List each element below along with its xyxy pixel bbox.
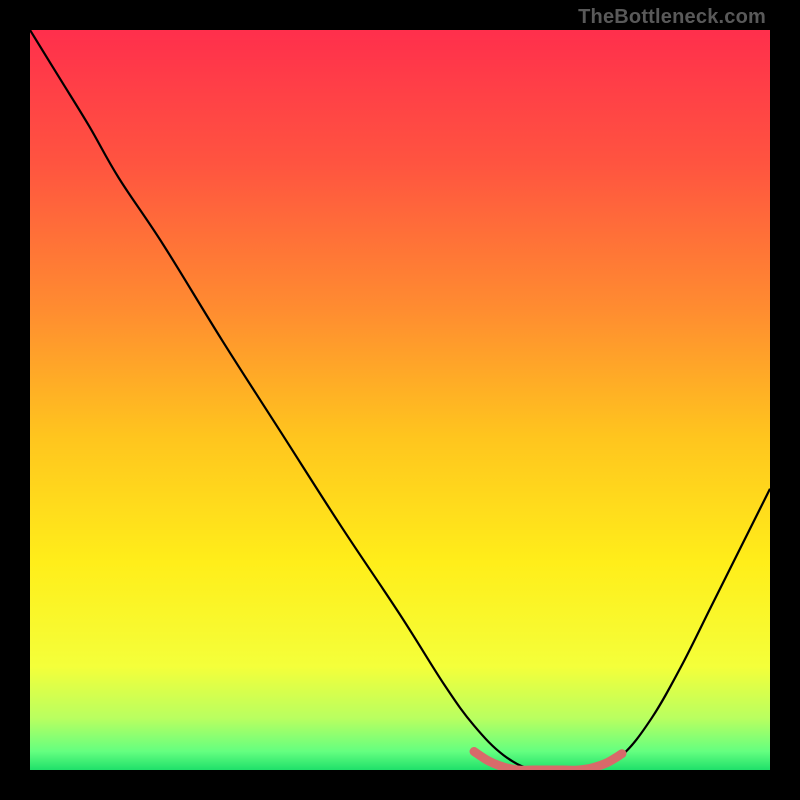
gradient-background [30,30,770,770]
watermark-text: TheBottleneck.com [578,6,766,29]
chart-frame [30,30,770,770]
bottleneck-chart [30,30,770,770]
